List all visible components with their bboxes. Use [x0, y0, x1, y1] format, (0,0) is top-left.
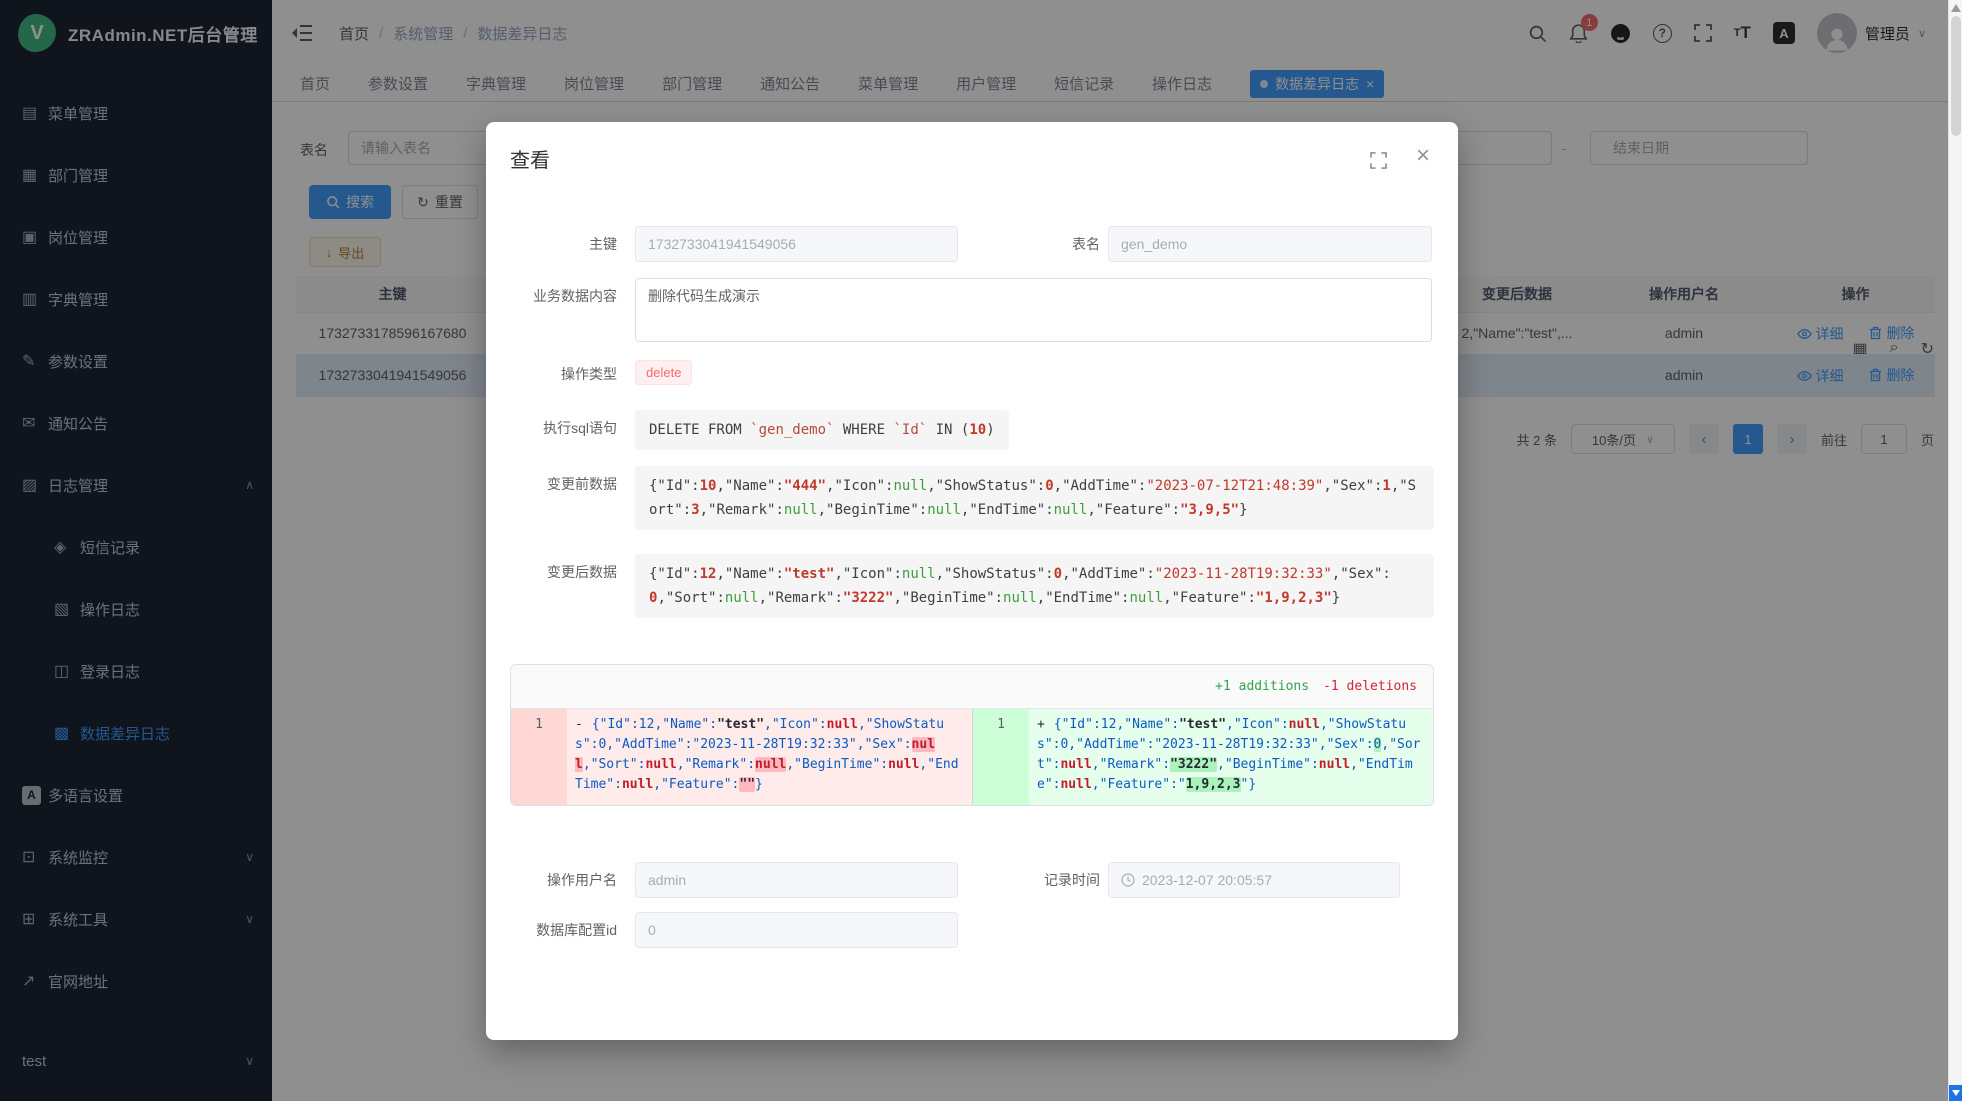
record-time-label: 记录时间	[966, 870, 1100, 890]
scrollbar-thumb[interactable]	[1951, 16, 1961, 136]
after-data-label: 变更后数据	[486, 562, 617, 582]
deletion-marker: -	[575, 717, 592, 732]
before-data-code: {"Id":10,"Name":"444","Icon":null,"ShowS…	[635, 466, 1434, 530]
operation-type-tag: delete	[635, 360, 692, 385]
db-config-id-input[interactable]: 0	[635, 912, 958, 948]
deletions-count: -1 deletions	[1323, 679, 1417, 694]
before-data-label: 变更前数据	[486, 474, 617, 494]
after-data-code: {"Id":12,"Name":"test","Icon":null,"Show…	[635, 554, 1434, 618]
pk-label: 主键	[486, 234, 617, 254]
scroll-down-arrow-icon[interactable]	[1949, 1085, 1962, 1101]
view-dialog: 查看 × 主键 1732733041941549056 表名 gen_demo …	[486, 122, 1458, 1040]
clock-icon	[1121, 873, 1135, 887]
diff-old-code: -{"Id":12,"Name":"test","Icon":null,"Sho…	[567, 709, 972, 805]
operation-type-label: 操作类型	[486, 364, 617, 384]
diff-old-line-number: 1	[511, 709, 567, 805]
diff-new-line-number: 1	[973, 709, 1029, 805]
pk-input[interactable]: 1732733041941549056	[635, 226, 958, 262]
addition-marker: +	[1037, 717, 1054, 732]
business-content-label: 业务数据内容	[486, 286, 617, 306]
table-name-label: 表名	[966, 234, 1100, 254]
diff-new-side: 1 +{"Id":12,"Name":"test","Icon":null,"S…	[972, 709, 1433, 805]
diff-new-code: +{"Id":12,"Name":"test","Icon":null,"Sho…	[1029, 709, 1433, 805]
db-config-id-label: 数据库配置id	[486, 920, 617, 940]
app-window: V ZRAdmin.NET后台管理 ▤菜单管理 ▦部门管理 ▣岗位管理 ▥字典管…	[0, 0, 1962, 1101]
business-content-textarea[interactable]: 删除代码生成演示	[635, 278, 1432, 342]
dialog-title: 查看	[510, 144, 550, 173]
scroll-up-arrow-icon[interactable]	[1951, 4, 1961, 12]
vertical-scrollbar[interactable]	[1948, 0, 1962, 1101]
sql-label: 执行sql语句	[486, 418, 617, 438]
operator-label: 操作用户名	[486, 870, 617, 890]
diff-old-side: 1 -{"Id":12,"Name":"test","Icon":null,"S…	[511, 709, 972, 805]
additions-count: +1 additions	[1215, 679, 1309, 694]
dialog-close-icon[interactable]: ×	[1416, 144, 1430, 168]
record-time-input[interactable]: 2023-12-07 20:05:57	[1108, 862, 1400, 898]
code-diff-panel: +1 additions -1 deletions 1 -{"Id":12,"N…	[510, 664, 1434, 806]
operator-input[interactable]: admin	[635, 862, 958, 898]
table-name-input[interactable]: gen_demo	[1108, 226, 1432, 262]
dialog-fullscreen-icon[interactable]	[1370, 152, 1387, 174]
diff-summary: +1 additions -1 deletions	[511, 665, 1433, 709]
sql-code: DELETE FROM `gen_demo` WHERE `Id` IN (10…	[635, 410, 1009, 450]
